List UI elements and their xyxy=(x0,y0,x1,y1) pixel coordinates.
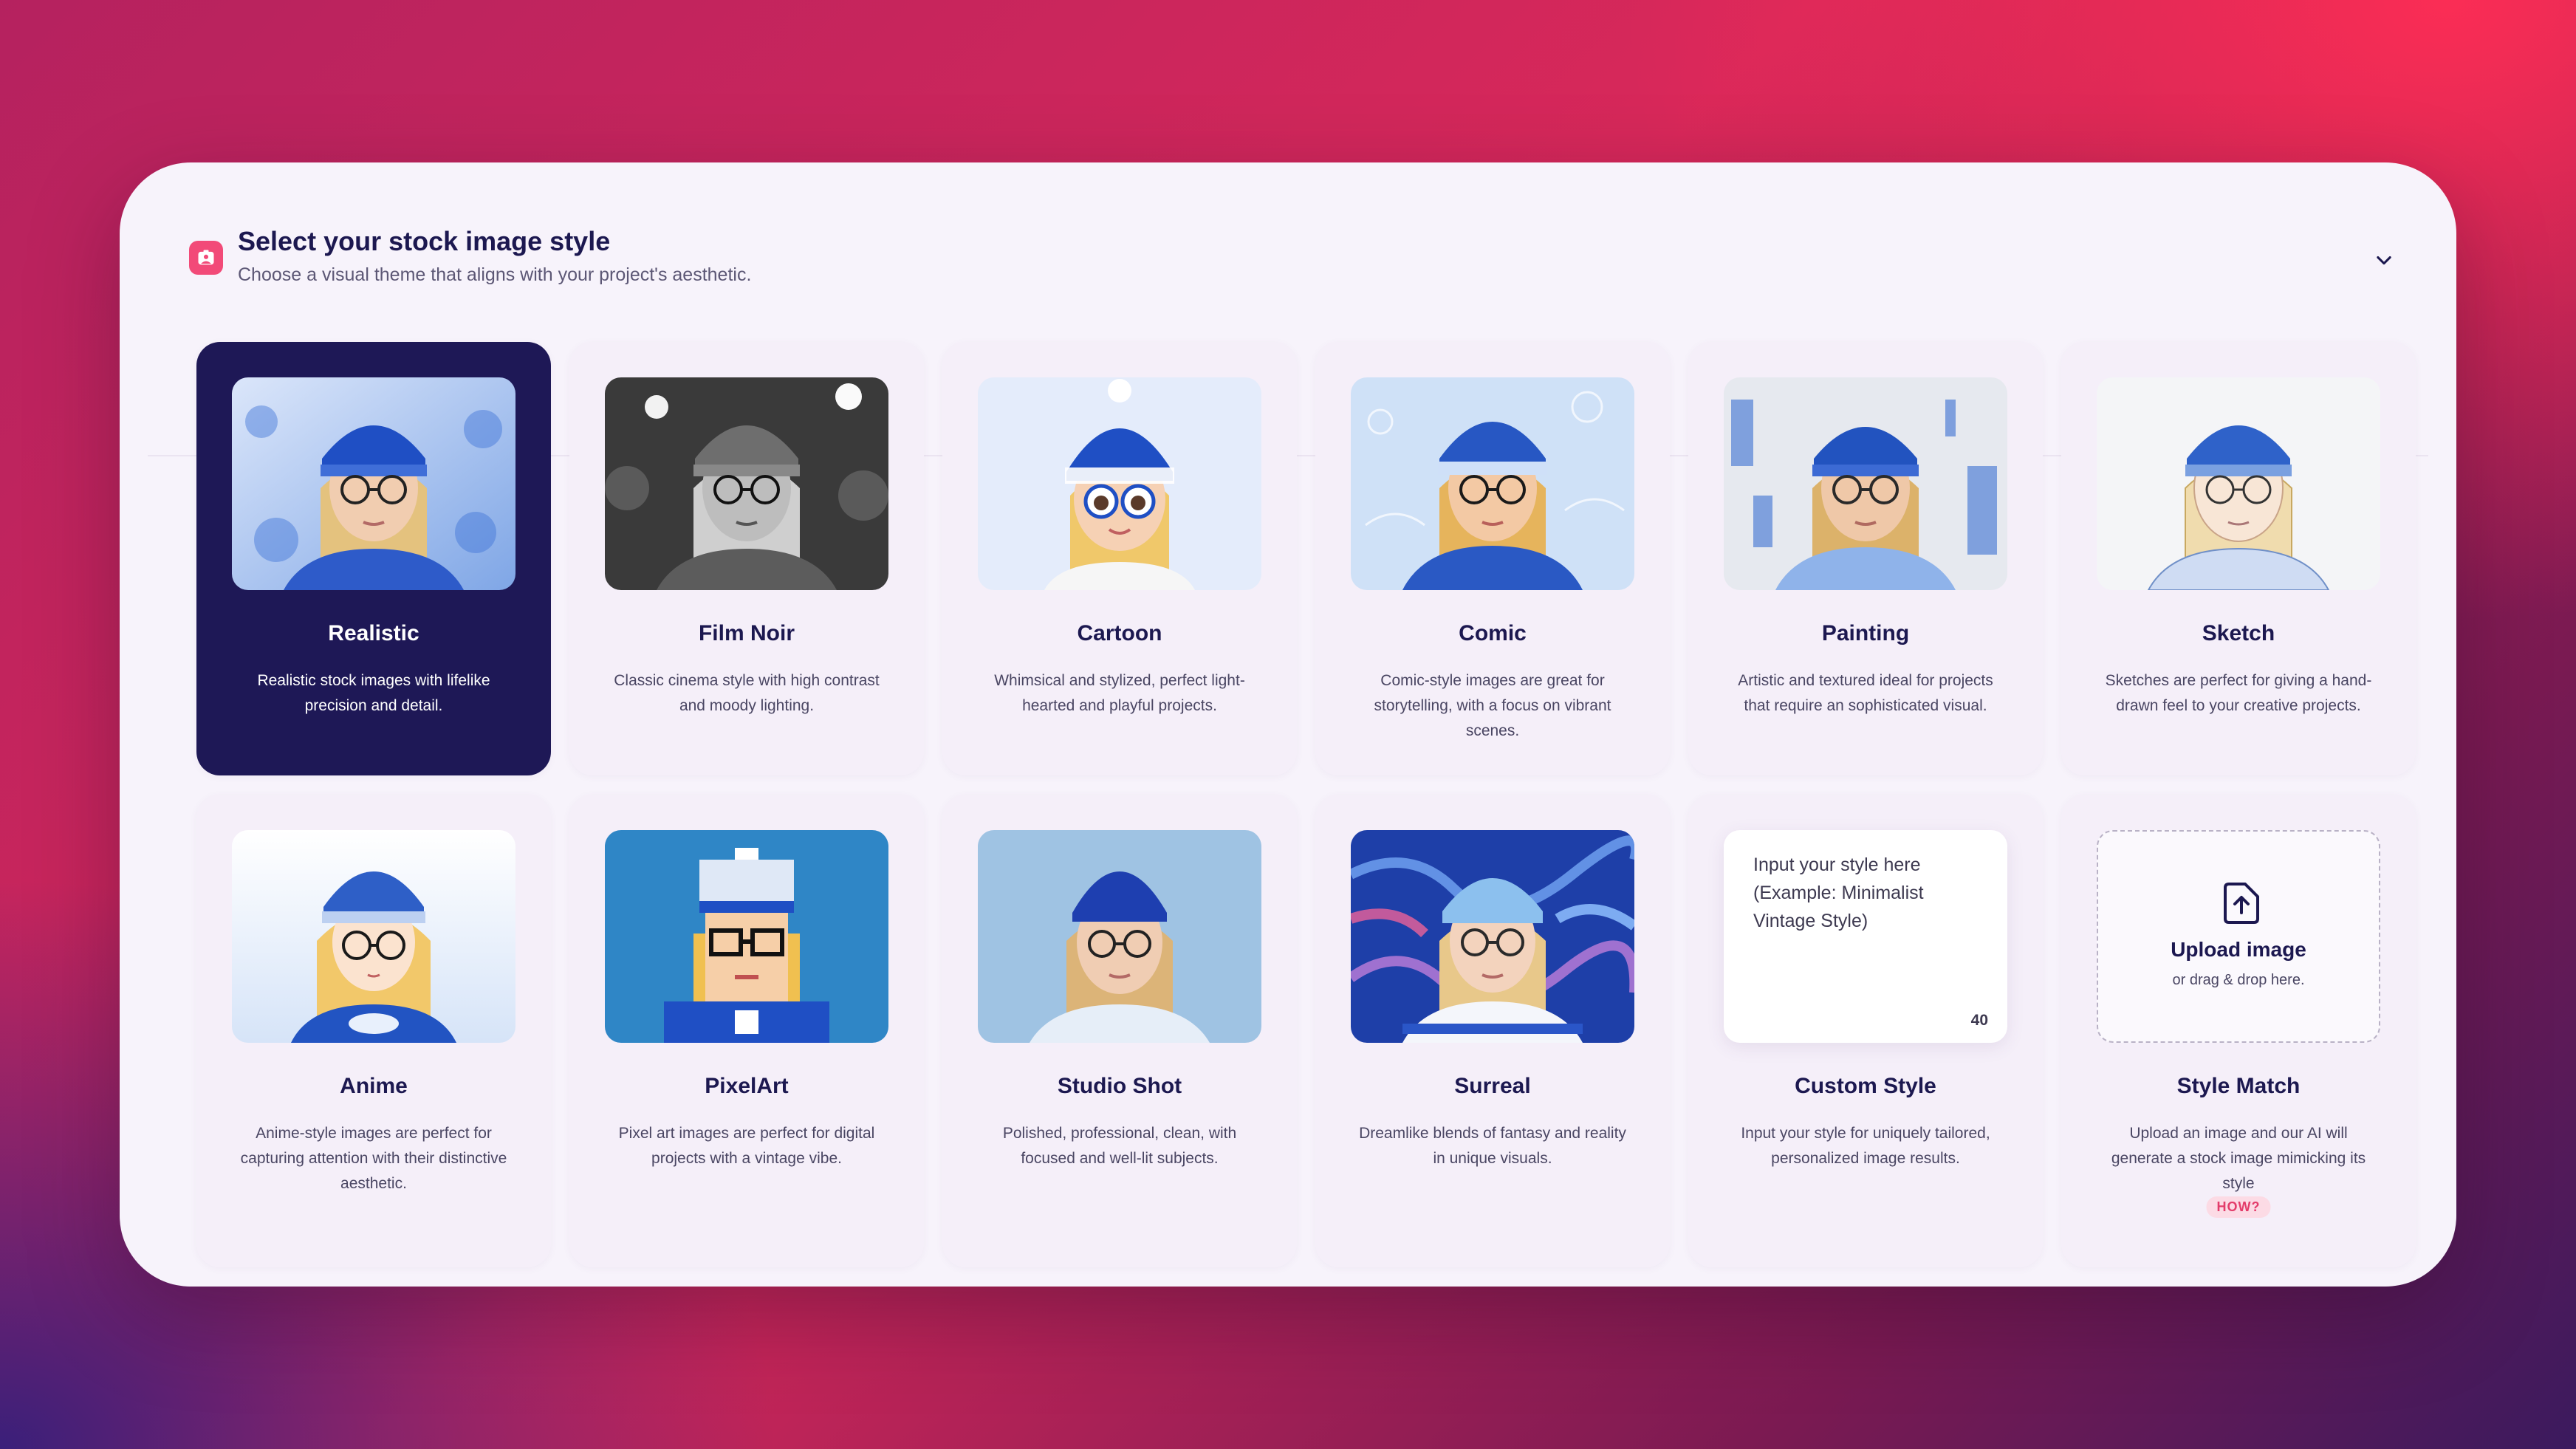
style-card-style-match[interactable]: Upload image or drag & drop here. Style … xyxy=(2061,795,2416,1267)
style-card-title: Surreal xyxy=(1454,1074,1531,1098)
style-thumbnail-film-noir xyxy=(605,377,888,590)
custom-style-input[interactable]: Input your style here (Example: Minimali… xyxy=(1724,830,2007,1043)
style-card-title: Film Noir xyxy=(698,621,795,645)
style-card-surreal[interactable]: Surreal Dreamlike blends of fantasy and … xyxy=(1315,795,1670,1267)
style-card-description: Artistic and textured ideal for projects… xyxy=(1738,672,1993,714)
character-count: 40 xyxy=(1970,1012,1988,1029)
page-title: Select your stock image style xyxy=(238,226,611,256)
chevron-down-icon[interactable] xyxy=(2369,245,2399,275)
style-thumbnail-cartoon xyxy=(978,377,1261,590)
style-card-title: PixelArt xyxy=(705,1074,789,1098)
style-card-title: Custom Style xyxy=(1795,1074,1936,1098)
style-card-description: Realistic stock images with lifelike pre… xyxy=(257,672,490,714)
style-card-custom-style[interactable]: Input your style here (Example: Minimali… xyxy=(1688,795,2043,1267)
style-thumbnail-realistic xyxy=(232,377,515,590)
style-card-painting[interactable]: Painting Artistic and textured ideal for… xyxy=(1688,342,2043,775)
upload-file-icon xyxy=(2222,882,2260,925)
style-card-description: Comic-style images are great for storyte… xyxy=(1374,672,1611,739)
style-thumbnail-pixelart xyxy=(605,830,888,1043)
style-card-description: Polished, professional, clean, with focu… xyxy=(1002,1125,1237,1167)
style-card-pixelart[interactable]: PixelArt Pixel art images are perfect fo… xyxy=(569,795,924,1267)
style-card-studio-shot[interactable]: Studio Shot Polished, professional, clea… xyxy=(942,795,1297,1267)
page-subtitle: Choose a visual theme that aligns with y… xyxy=(238,264,752,285)
image-icon xyxy=(189,241,223,275)
style-thumbnail-studio-shot xyxy=(978,830,1261,1043)
style-card-title: Anime xyxy=(340,1074,408,1098)
upload-hint: or drag & drop here. xyxy=(2172,972,2305,988)
style-card-title: Style Match xyxy=(2176,1074,2301,1098)
style-card-title: Studio Shot xyxy=(1057,1074,1182,1098)
style-card-comic[interactable]: Comic Comic-style images are great for s… xyxy=(1315,342,1670,775)
style-thumbnail-sketch xyxy=(2097,377,2380,590)
style-card-title: Realistic xyxy=(328,621,419,645)
style-card-title: Comic xyxy=(1459,621,1527,645)
upload-image-label: Upload image xyxy=(2171,938,2306,961)
style-card-description: Classic cinema style with high contrast … xyxy=(614,672,880,714)
style-card-title: Cartoon xyxy=(1077,621,1162,645)
style-card-description: Dreamlike blends of fantasy and reality … xyxy=(1359,1125,1626,1167)
style-grid: Realistic Realistic stock images with li… xyxy=(196,342,2416,1267)
style-card-title: Painting xyxy=(1821,621,1910,645)
style-thumbnail-comic xyxy=(1351,377,1634,590)
style-card-film-noir[interactable]: Film Noir Classic cinema style with high… xyxy=(569,342,924,775)
style-selector-panel: Select your stock image style Choose a v… xyxy=(120,162,2456,1287)
style-card-title: Sketch xyxy=(2202,621,2275,645)
style-card-description: Input your style for uniquely tailored, … xyxy=(1741,1125,1990,1167)
style-card-realistic[interactable]: Realistic Realistic stock images with li… xyxy=(196,342,551,775)
style-card-description: Pixel art images are perfect for digital… xyxy=(618,1125,875,1167)
style-thumbnail-painting xyxy=(1724,377,2007,590)
style-thumbnail-anime xyxy=(232,830,515,1043)
style-thumbnail-surreal xyxy=(1351,830,1634,1043)
how-link[interactable]: HOW? xyxy=(2206,1196,2271,1218)
style-card-anime[interactable]: Anime Anime-style images are perfect for… xyxy=(196,795,551,1267)
upload-dropzone[interactable]: Upload image or drag & drop here. xyxy=(2097,830,2380,1043)
style-card-description: Whimsical and stylized, perfect light-he… xyxy=(994,672,1245,714)
style-card-cartoon[interactable]: Cartoon Whimsical and stylized, perfect … xyxy=(942,342,1297,775)
style-card-description: Anime-style images are perfect for captu… xyxy=(240,1125,507,1192)
style-card-description: Upload an image and our AI will generate… xyxy=(2111,1125,2366,1192)
style-card-sketch[interactable]: Sketch Sketches are perfect for giving a… xyxy=(2061,342,2416,775)
custom-style-placeholder: Input your style here (Example: Minimali… xyxy=(1753,854,1924,931)
style-card-description: Sketches are perfect for giving a hand-d… xyxy=(2105,672,2372,714)
